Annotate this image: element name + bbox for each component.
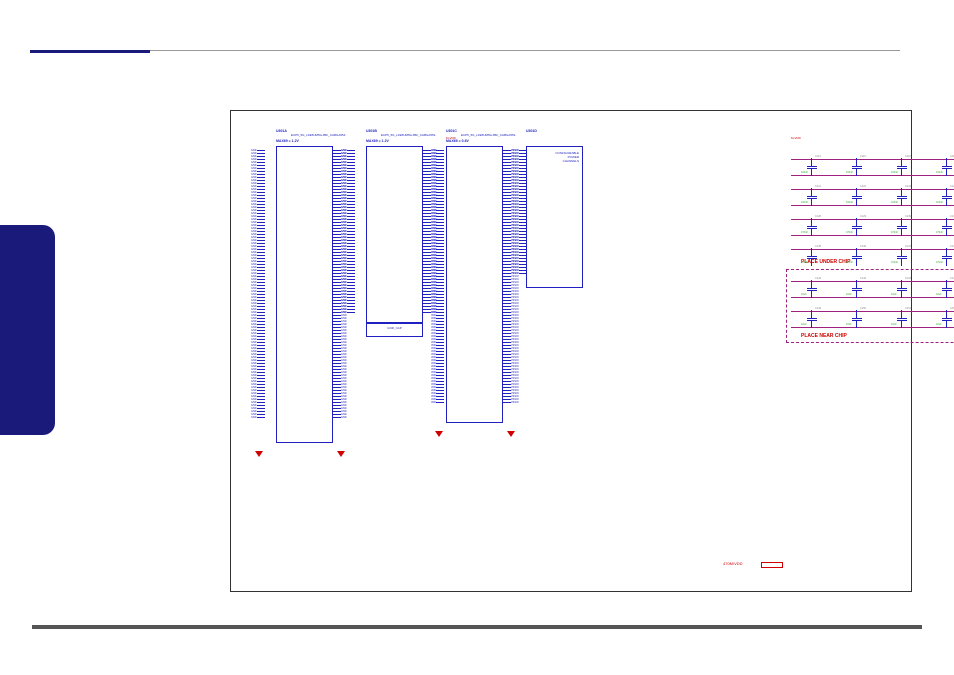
chip-part-b: ECP5_5G_LFE5UM5G-85F_CABGA554 <box>381 133 435 137</box>
note-under-chip: PLACE UNDER CHIP <box>801 259 850 265</box>
gnd-arrow-a <box>255 451 263 457</box>
chip-ref-a: U301A <box>276 129 287 133</box>
header-rule-dark <box>30 50 150 53</box>
chip-block-b <box>366 146 423 323</box>
chip-ref-c: U301C <box>446 129 457 133</box>
capacitor: C14910uF <box>811 315 813 323</box>
capacitor: C117100nF <box>946 163 948 171</box>
rail-4-top <box>791 249 954 250</box>
gnd-arrow-c2 <box>507 431 515 437</box>
capacitor: C15010uF <box>856 315 858 323</box>
chip-part-a: ECP5_5G_LFE5UM5G-85F_CABGA554 <box>291 133 345 137</box>
capacitor: C137470nF <box>901 253 903 261</box>
capacitor: C131470nF <box>946 223 948 231</box>
capacitor: C121100nF <box>811 193 813 201</box>
capacitor: C14210uF <box>811 285 813 293</box>
capacitor: C129470nF <box>856 223 858 231</box>
capacitor: C136470nF <box>856 253 858 261</box>
capacitor: C115100nF <box>856 163 858 171</box>
gnd-arrow-a2 <box>337 451 345 457</box>
capacitor: C14310uF <box>856 285 858 293</box>
chip-block-a <box>276 146 333 443</box>
gnd-cap-box: GND_CAP <box>366 323 423 337</box>
capacitor: C138470nF <box>946 253 948 261</box>
capacitor: C130470nF <box>901 223 903 231</box>
capacitor: C15110uF <box>901 315 903 323</box>
capacitor: C116100nF <box>901 163 903 171</box>
chip-power-a: MAX69 = 1.2V <box>276 139 299 143</box>
rail-6-top <box>791 311 954 312</box>
chip-d-pins-left: VSSIOVSSIOVSSIOVSSIOVSSIOVSSIOVSSIOVSSIO… <box>511 149 527 275</box>
rail-2-top <box>791 189 954 190</box>
capacitor: C123100nF <box>901 193 903 201</box>
config-note: CONFIGURABLE POWER CHANNELS <box>551 151 579 163</box>
rail-5-top <box>791 281 954 282</box>
capacitor: C15210uF <box>946 315 948 323</box>
power-symbol <box>761 562 783 568</box>
rail-3-bot <box>791 235 954 236</box>
rail-1-top <box>791 159 954 160</box>
chip-b-pins-left: GNDGNDGNDGNDGNDGNDGNDGNDGNDGNDGNDGNDGNDG… <box>341 149 355 314</box>
gnd-cap-label: GND_CAP <box>387 326 402 330</box>
schematic-frame: U301A ECP5_5G_LFE5UM5G-85F_CABGA554 MAX6… <box>230 110 912 592</box>
side-tab <box>0 225 55 435</box>
chip-block-d <box>526 146 583 288</box>
chip-ref-b: U301B <box>366 129 377 133</box>
capacitor: C128470nF <box>811 223 813 231</box>
rail-2-bot <box>791 205 954 206</box>
footer-rule <box>32 625 922 629</box>
capacitor: C124100nF <box>946 193 948 201</box>
power-bottom-label: 470M/VDD <box>723 561 743 566</box>
capacitor: C114100nF <box>811 163 813 171</box>
capacitor: C122100nF <box>856 193 858 201</box>
chip-c-pins-left: VDDVDDVDDVDDVDDVDDVDDVDDVDDVDDVDDVDDVDDV… <box>431 149 444 404</box>
chip-block-c <box>446 146 503 423</box>
chip-power-b: MAX69 = 1.2V <box>366 139 389 143</box>
rail-3-top <box>791 219 954 220</box>
capacitor: C135470nF <box>811 253 813 261</box>
capacitor: C14510uF <box>946 285 948 293</box>
mvdd-label: M-VDD <box>446 136 456 140</box>
header-rule-light <box>150 50 900 51</box>
capacitor: C14410uF <box>901 285 903 293</box>
chip-ref-d: U301D <box>526 129 537 133</box>
rail-6-bot <box>791 327 954 328</box>
rail-5-bot <box>791 297 954 298</box>
rail-1-bot <box>791 175 954 176</box>
note-near-chip: PLACE NEAR CHIP <box>801 333 847 339</box>
power-rail-label: M-VDD <box>791 136 801 140</box>
gnd-arrow-c <box>435 431 443 437</box>
chip-part-c: ECP5_5G_LFE5UM5G-85F_CABGA554 <box>461 133 515 137</box>
chip-a-pins-left: GNDGNDGNDGNDGNDGNDGNDGNDGNDGNDGNDGNDGNDG… <box>251 149 265 419</box>
